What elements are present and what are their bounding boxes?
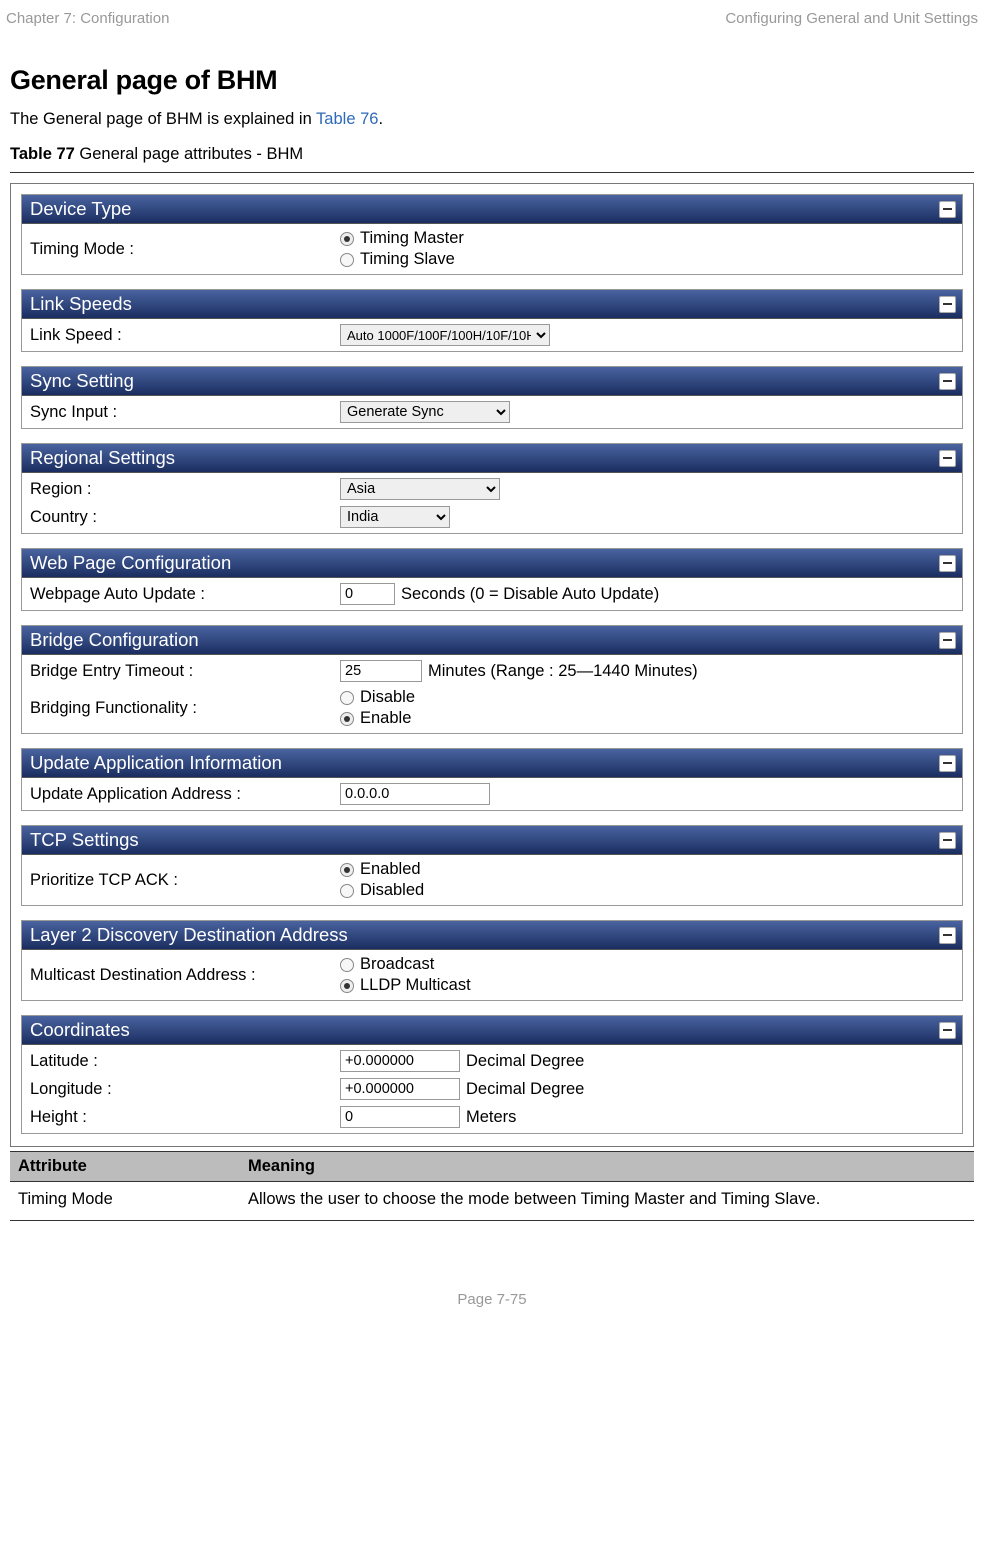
- radio-bridge-disable[interactable]: [340, 691, 354, 705]
- panel-web-config: Web Page Configuration Webpage Auto Upda…: [21, 548, 963, 611]
- panel-regional-settings: Regional Settings Region : Asia Country …: [21, 443, 963, 534]
- chapter-label: Chapter 7: Configuration: [6, 10, 169, 27]
- longitude-unit: Decimal Degree: [466, 1080, 584, 1099]
- multicast-label: Multicast Destination Address :: [30, 966, 340, 985]
- table-row: Timing Mode Allows the user to choose th…: [10, 1182, 974, 1221]
- sync-input-label: Sync Input :: [30, 403, 340, 422]
- page-title: General page of BHM: [10, 65, 974, 96]
- radio-broadcast[interactable]: [340, 958, 354, 972]
- panel-title: Sync Setting: [30, 370, 134, 392]
- panel-sync-setting: Sync Setting Sync Input : Generate Sync: [21, 366, 963, 429]
- radio-lldp[interactable]: [340, 979, 354, 993]
- bridge-timeout-suffix: Minutes (Range : 25—1440 Minutes): [428, 662, 698, 681]
- collapse-icon[interactable]: [939, 296, 956, 313]
- height-input[interactable]: [340, 1106, 460, 1128]
- panel-title: Update Application Information: [30, 752, 282, 774]
- panel-title: Web Page Configuration: [30, 552, 231, 574]
- section-label: Configuring General and Unit Settings: [725, 10, 978, 27]
- height-unit: Meters: [466, 1108, 516, 1127]
- auto-update-label: Webpage Auto Update :: [30, 585, 340, 604]
- table-caption: Table 77 General page attributes - BHM: [10, 145, 974, 164]
- collapse-icon[interactable]: [939, 555, 956, 572]
- panel-coordinates: Coordinates Latitude : Decimal Degree Lo…: [21, 1015, 963, 1134]
- cell-meaning: Allows the user to choose the mode betwe…: [240, 1182, 974, 1221]
- panel-title: Regional Settings: [30, 447, 175, 469]
- intro-text: The General page of BHM is explained in …: [10, 110, 974, 129]
- panel-bridge-config: Bridge Configuration Bridge Entry Timeou…: [21, 625, 963, 734]
- radio-tcp-enabled[interactable]: [340, 863, 354, 877]
- radio-tcp-disabled[interactable]: [340, 884, 354, 898]
- country-select[interactable]: India: [340, 506, 450, 528]
- radio-bridge-enable[interactable]: [340, 712, 354, 726]
- panel-title: TCP Settings: [30, 829, 139, 851]
- auto-update-input[interactable]: [340, 583, 395, 605]
- panel-link-speeds: Link Speeds Link Speed : Auto 1000F/100F…: [21, 289, 963, 352]
- panel-layer2: Layer 2 Discovery Destination Address Mu…: [21, 920, 963, 1001]
- collapse-icon[interactable]: [939, 927, 956, 944]
- divider: [10, 172, 974, 173]
- panel-tcp-settings: TCP Settings Prioritize TCP ACK : Enable…: [21, 825, 963, 906]
- tcp-ack-label: Prioritize TCP ACK :: [30, 871, 340, 890]
- attribute-table: Attribute Meaning Timing Mode Allows the…: [10, 1151, 974, 1221]
- auto-update-suffix: Seconds (0 = Disable Auto Update): [401, 585, 659, 604]
- panel-device-type: Device Type Timing Mode : Timing Master …: [21, 194, 963, 275]
- collapse-icon[interactable]: [939, 450, 956, 467]
- panel-title: Bridge Configuration: [30, 629, 199, 651]
- latitude-unit: Decimal Degree: [466, 1052, 584, 1071]
- bridge-timeout-label: Bridge Entry Timeout :: [30, 662, 340, 681]
- collapse-icon[interactable]: [939, 373, 956, 390]
- collapse-icon[interactable]: [939, 755, 956, 772]
- cell-attribute: Timing Mode: [10, 1182, 240, 1221]
- bridge-timeout-input[interactable]: [340, 660, 422, 682]
- longitude-input[interactable]: [340, 1078, 460, 1100]
- region-label: Region :: [30, 480, 340, 499]
- update-app-label: Update Application Address :: [30, 785, 340, 804]
- th-attribute: Attribute: [10, 1152, 240, 1182]
- panel-title: Link Speeds: [30, 293, 132, 315]
- bridging-func-label: Bridging Functionality :: [30, 699, 340, 718]
- region-select[interactable]: Asia: [340, 478, 500, 500]
- collapse-icon[interactable]: [939, 1022, 956, 1039]
- panel-title: Device Type: [30, 198, 131, 220]
- panel-update-app: Update Application Information Update Ap…: [21, 748, 963, 811]
- panel-title: Coordinates: [30, 1019, 130, 1041]
- collapse-icon[interactable]: [939, 201, 956, 218]
- latitude-label: Latitude :: [30, 1052, 340, 1071]
- form-screenshot: Device Type Timing Mode : Timing Master …: [10, 183, 974, 1147]
- update-app-input[interactable]: [340, 783, 490, 805]
- link-speed-select[interactable]: Auto 1000F/100F/100H/10F/10H: [340, 324, 550, 346]
- panel-title: Layer 2 Discovery Destination Address: [30, 924, 348, 946]
- radio-timing-master[interactable]: [340, 232, 354, 246]
- collapse-icon[interactable]: [939, 632, 956, 649]
- link-speed-label: Link Speed :: [30, 326, 340, 345]
- sync-input-select[interactable]: Generate Sync: [340, 401, 510, 423]
- radio-timing-slave[interactable]: [340, 253, 354, 267]
- page-number: Page 7-75: [0, 1291, 984, 1308]
- height-label: Height :: [30, 1108, 340, 1127]
- th-meaning: Meaning: [240, 1152, 974, 1182]
- longitude-label: Longitude :: [30, 1080, 340, 1099]
- timing-mode-label: Timing Mode :: [30, 240, 340, 259]
- country-label: Country :: [30, 508, 340, 527]
- latitude-input[interactable]: [340, 1050, 460, 1072]
- table-link[interactable]: Table 76: [316, 110, 378, 128]
- collapse-icon[interactable]: [939, 832, 956, 849]
